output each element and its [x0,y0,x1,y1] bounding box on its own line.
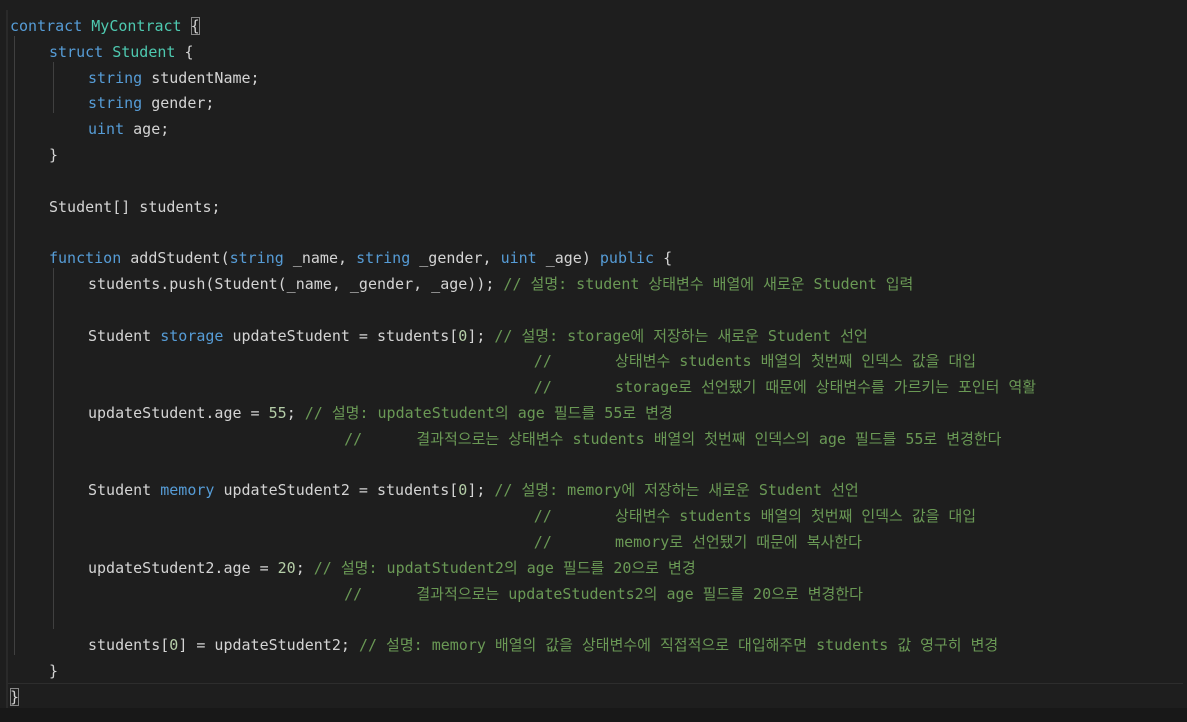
code-token: storage [160,326,233,345]
code-token: gender; [151,94,215,113]
code-line[interactable]: updateStudent.age = 55; // 설명: updateStu… [88,401,673,425]
code-token: 0 [458,481,468,500]
code-token: uint [88,120,134,139]
code-token: Student [88,326,161,345]
code-token: 55 [268,404,287,422]
code-token: // memory로 선언됐기 때문에 복사한다 [10,533,862,551]
code-token: // 결과적으로는 updateStudents2의 age 필드를 20으로 … [10,584,863,603]
code-line[interactable]: // memory로 선언됐기 때문에 복사한다 [10,530,862,554]
code-token: _age) [545,249,600,268]
code-token: MyContract [91,17,182,35]
code-token: students[ [88,636,170,655]
code-token: _name, [292,249,357,268]
code-token: Student[] students; [49,197,221,216]
code-token: // storage로 선언됐기 때문에 상태변수를 가르키는 포인터 역활 [10,378,1037,397]
code-line[interactable]: string studentName; [88,66,260,90]
code-token: uint [500,249,546,268]
code-token: string [88,68,152,87]
editor-window: contract MyContract {struct Student {str… [0,0,1187,722]
code-line[interactable]: struct Student { [49,40,194,64]
code-token: updateStudent2 = students[ [223,481,459,500]
code-token: function [49,249,131,268]
code-token: } [10,687,20,706]
code-token: // 결과적으로는 상태변수 students 배열의 첫번째 인덱스의 age… [10,429,1002,448]
code-line[interactable]: updateStudent2.age = 20; // 설명: updatStu… [88,556,696,580]
code-token: // 설명: memory에 저장하는 새로운 Student 선언 [494,481,859,500]
current-line-highlight [8,682,1183,709]
code-line[interactable]: uint age; [88,117,169,141]
code-editor[interactable]: contract MyContract {struct Student {str… [6,10,1183,716]
code-token: addStudent( [130,249,230,268]
code-line[interactable]: } [49,143,58,167]
code-token: updateStudent = students[ [232,326,459,345]
indent-guide [53,61,54,114]
code-line[interactable]: students.push(Student(_name, _gender, _a… [88,272,913,296]
code-token: // 설명: updateStudent의 age 필드를 55로 변경 [304,404,673,422]
code-token: age; [133,120,170,139]
code-line[interactable]: } [10,685,20,709]
code-token: string [88,94,152,113]
code-token: // 설명: storage에 저장하는 새로운 Student 선언 [494,326,868,345]
code-token: { [175,42,194,61]
code-token: 0 [169,636,179,655]
code-line[interactable]: // storage로 선언됐기 때문에 상태변수를 가르키는 포인터 역활 [10,375,1036,399]
code-token: ]; [467,326,495,345]
code-token: ]; [467,481,495,500]
code-token: updateStudent2.age = [88,558,278,577]
code-token: studentName; [151,68,260,87]
code-line[interactable]: students[0] = updateStudent2; // 설명: mem… [88,633,998,657]
code-line[interactable]: Student memory updateStudent2 = students… [88,478,859,502]
code-token: string [356,249,420,268]
code-line[interactable]: contract MyContract { [10,14,200,38]
code-token: } [49,146,59,164]
code-line[interactable]: Student[] students; [49,195,221,219]
indent-guide [14,35,15,655]
code-token: // 설명: student 상태변수 배열에 새로운 Student 입력 [503,275,914,293]
code-token: } [49,662,59,680]
code-line[interactable]: function addStudent(string _name, string… [49,246,672,270]
code-token: Student [112,42,176,61]
code-token: _gender, [419,249,501,268]
code-token: 20 [277,558,296,577]
code-token: contract [10,17,92,35]
code-token: { [190,17,200,35]
code-line[interactable]: // 결과적으로는 updateStudents2의 age 필드를 20으로 … [10,582,863,606]
code-token: // 상태변수 students 배열의 첫번째 인덱스 값을 대입 [10,352,977,371]
code-line[interactable]: // 상태변수 students 배열의 첫번째 인덱스 값을 대입 [10,349,976,373]
code-token: // 상태변수 students 배열의 첫번째 인덱스 값을 대입 [10,507,977,526]
code-token: Student [88,481,161,500]
code-token: public [599,249,664,268]
code-token: // 설명: memory 배열의 값을 상태변수에 직접적으로 대입해주면 s… [358,636,999,655]
code-token: ; [295,558,314,577]
code-token: memory [160,481,224,500]
code-line[interactable]: Student storage updateStudent = students… [88,324,868,348]
code-token: updateStudent.age = [88,404,269,422]
code-line[interactable]: } [49,659,58,683]
code-line[interactable]: // 결과적으로는 상태변수 students 배열의 첫번째 인덱스의 age… [10,427,1001,451]
code-token: students.push(Student(_name, _gender, _a… [88,275,504,293]
code-token: ] = updateStudent2; [178,636,359,655]
code-token: string [229,249,293,268]
code-token: 0 [458,326,468,345]
code-line[interactable]: // 상태변수 students 배열의 첫번째 인덱스 값을 대입 [10,504,976,528]
code-token: // 설명: updatStudent2의 age 필드를 20으로 변경 [313,558,696,577]
code-token: ; [286,404,305,422]
editor-bottom-edge [0,708,1187,722]
code-token: { [663,249,673,268]
code-line[interactable]: string gender; [88,91,214,115]
code-token: struct [49,42,113,61]
